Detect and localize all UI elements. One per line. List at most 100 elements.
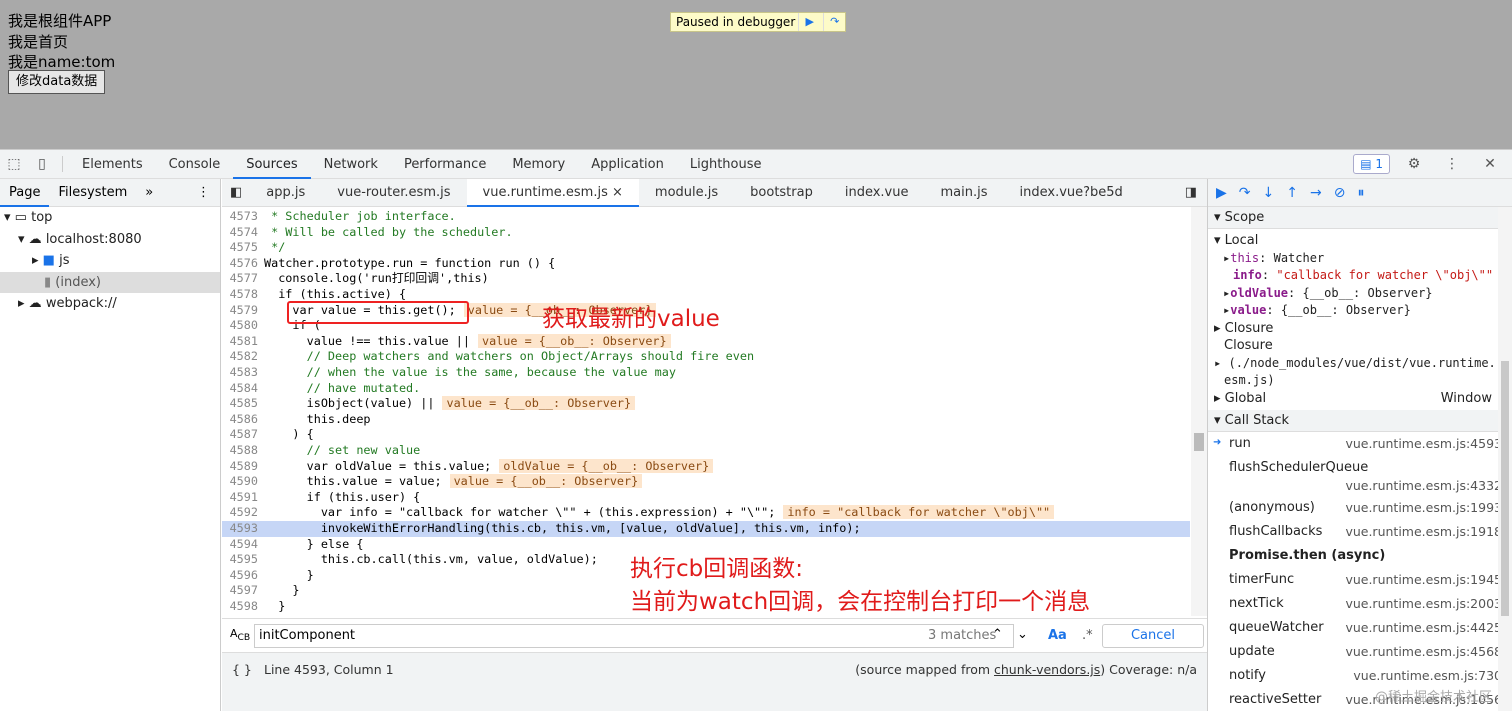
scope-header[interactable]: ▾ Scope <box>1208 207 1512 229</box>
scrollbar-thumb[interactable] <box>1194 433 1204 451</box>
line-number[interactable]: 4591 <box>222 490 264 506</box>
code-line[interactable]: 4592 var info = "callback for watcher \"… <box>222 505 1190 521</box>
line-number[interactable]: 4594 <box>222 537 264 553</box>
tab-sources[interactable]: Sources <box>233 150 311 179</box>
call-frame[interactable]: notify vue.runtime.esm.js:730 <box>1208 664 1512 688</box>
inspect-element-icon[interactable]: ⬚ <box>0 156 28 172</box>
toggle-debugger-icon[interactable]: ◨ <box>1175 179 1207 207</box>
line-number[interactable]: 4574 <box>222 225 264 241</box>
line-number[interactable]: 4586 <box>222 412 264 428</box>
call-frame[interactable]: nextTick vue.runtime.esm.js:2003 <box>1208 592 1512 616</box>
line-number[interactable]: 4578 <box>222 287 264 303</box>
local-scope-header[interactable]: ▾ Local <box>1208 232 1512 250</box>
tree-item-localhost[interactable]: ▾ ☁ localhost:8080 <box>0 229 220 251</box>
line-number[interactable]: 4599 <box>222 615 264 616</box>
call-frame[interactable]: update vue.runtime.esm.js:4568 <box>1208 640 1512 664</box>
device-toolbar-icon[interactable]: ▯ <box>28 156 56 172</box>
cancel-search-button[interactable]: Cancel <box>1102 624 1204 648</box>
search-input[interactable]: initComponent <box>254 624 1014 648</box>
call-stack-header[interactable]: ▾ Call Stack <box>1208 410 1512 432</box>
regex-button[interactable]: .* <box>1082 628 1093 643</box>
code-line[interactable]: 4574 * Will be called by the scheduler. <box>222 225 1190 241</box>
line-number[interactable]: 4597 <box>222 583 264 599</box>
pause-on-exceptions-icon[interactable]: ⏸ <box>1357 185 1364 201</box>
deactivate-breakpoints-icon[interactable]: ⊘ <box>1334 185 1346 201</box>
file-tab-bootstrap[interactable]: bootstrap <box>734 179 829 207</box>
code-line[interactable]: 4582 // Deep watchers and watchers on Ob… <box>222 349 1190 365</box>
line-number[interactable]: 4595 <box>222 552 264 568</box>
file-tab-module-js[interactable]: module.js <box>639 179 734 207</box>
code-line[interactable]: 4575 */ <box>222 240 1190 256</box>
line-number[interactable]: 4577 <box>222 271 264 287</box>
call-frame[interactable]: (anonymous) vue.runtime.esm.js:1993 <box>1208 496 1512 520</box>
close-icon[interactable]: ✕ <box>1476 156 1504 172</box>
tab-network[interactable]: Network <box>311 150 391 179</box>
navigator-menu-icon[interactable]: ⋮ <box>197 185 220 200</box>
line-number[interactable]: 4579 <box>222 303 264 319</box>
call-frame[interactable]: ➜ run vue.runtime.esm.js:4593 <box>1208 432 1512 456</box>
match-case-toggle-icon[interactable]: ACB <box>230 627 250 643</box>
closure-scope-1[interactable]: ▸ Closure <box>1208 320 1512 338</box>
code-line[interactable]: 4573 * Scheduler job interface. <box>222 209 1190 225</box>
tree-item-top[interactable]: ▾ ▭ top <box>0 207 220 229</box>
line-number[interactable]: 4583 <box>222 365 264 381</box>
call-frame[interactable]: timerFunc vue.runtime.esm.js:1945 <box>1208 568 1512 592</box>
tree-item-js[interactable]: ▸ ■ js <box>0 250 220 272</box>
tree-item-webpack[interactable]: ▸ ☁ webpack:// <box>0 293 220 315</box>
file-tab-index-vue-be5d[interactable]: index.vue?be5d <box>1004 179 1139 207</box>
line-number[interactable]: 4580 <box>222 318 264 334</box>
line-number[interactable]: 4575 <box>222 240 264 256</box>
step-over-icon[interactable]: ↷ <box>1239 185 1251 201</box>
editor-scrollbar[interactable] <box>1191 207 1207 616</box>
sidebar-scrollbar[interactable] <box>1498 207 1512 711</box>
line-number[interactable]: 4588 <box>222 443 264 459</box>
line-number[interactable]: 4581 <box>222 334 264 350</box>
call-frame[interactable]: flushSchedulerQueue vue.runtime.esm.js:43… <box>1208 456 1512 496</box>
code-line[interactable]: 4588 // set new value <box>222 443 1190 459</box>
step-into-icon[interactable]: ↓ <box>1263 185 1275 201</box>
step-over-icon[interactable]: ↷ <box>823 13 845 31</box>
tab-console[interactable]: Console <box>156 150 234 179</box>
previous-match-icon[interactable]: ⌃ <box>992 627 1003 642</box>
line-number[interactable]: 4582 <box>222 349 264 365</box>
match-case-button[interactable]: Aa <box>1048 628 1067 643</box>
file-tab-index-vue[interactable]: index.vue <box>829 179 925 207</box>
line-number[interactable]: 4592 <box>222 505 264 521</box>
line-number[interactable]: 4593 <box>222 521 264 537</box>
issues-badge[interactable]: ▤ 1 <box>1353 154 1390 174</box>
tab-page[interactable]: Page <box>0 179 50 207</box>
tab-memory[interactable]: Memory <box>499 150 578 179</box>
scope-variable[interactable]: ▸oldValue: {__ob__: Observer} <box>1208 285 1512 303</box>
file-tab-app-js[interactable]: app.js <box>250 179 321 207</box>
toggle-navigator-icon[interactable]: ◧ <box>222 179 250 207</box>
line-number[interactable]: 4596 <box>222 568 264 584</box>
file-tab-main-js[interactable]: main.js <box>925 179 1004 207</box>
source-map-link[interactable]: chunk-vendors.js <box>994 662 1100 677</box>
more-menu-icon[interactable]: ⋮ <box>1438 156 1466 172</box>
scope-variable[interactable]: ▸value: {__ob__: Observer} <box>1208 302 1512 320</box>
code-line[interactable]: 4577 console.log('run打印回调',this) <box>222 271 1190 287</box>
code-view[interactable]: 46004599};4598 }4597 }4596 }4595 this.cb… <box>222 207 1207 616</box>
more-tabs-icon[interactable]: » <box>136 179 162 207</box>
resume-icon[interactable]: ▶ <box>798 13 820 31</box>
code-line[interactable]: 4581 value !== this.value || value = {__o… <box>222 333 1190 350</box>
tab-filesystem[interactable]: Filesystem <box>49 179 136 207</box>
scope-variable[interactable]: info: "callback for watcher \"obj\"" <box>1208 267 1512 285</box>
step-out-icon[interactable]: ↑ <box>1286 185 1298 201</box>
line-number[interactable]: 4587 <box>222 427 264 443</box>
scrollbar-thumb[interactable] <box>1501 361 1509 616</box>
line-number[interactable]: 4573 <box>222 209 264 225</box>
tab-lighthouse[interactable]: Lighthouse <box>677 150 775 179</box>
gear-icon[interactable]: ⚙ <box>1400 156 1428 172</box>
line-number[interactable]: 4589 <box>222 459 264 475</box>
call-frame[interactable]: flushCallbacks vue.runtime.esm.js:1918 <box>1208 520 1512 544</box>
code-line[interactable]: 4590 this.value = value; value = {__ob__:… <box>222 474 1190 490</box>
code-line[interactable]: 4591 if (this.user) { <box>222 490 1190 506</box>
line-number[interactable]: 4590 <box>222 474 264 490</box>
scope-variable[interactable]: ▸this: Watcher <box>1208 250 1512 268</box>
tab-application[interactable]: Application <box>578 150 677 179</box>
step-icon[interactable]: → <box>1310 185 1322 201</box>
tab-performance[interactable]: Performance <box>391 150 499 179</box>
code-line[interactable]: 4576 Watcher.prototype.run = function run… <box>222 256 1190 272</box>
closure-scope-2-label[interactable]: Closure <box>1208 337 1512 355</box>
